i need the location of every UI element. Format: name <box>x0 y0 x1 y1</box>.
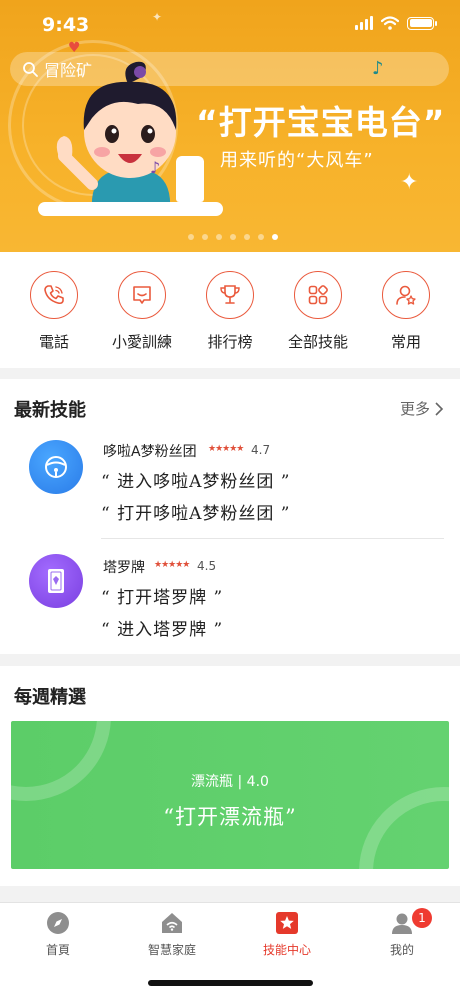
smart-speaker-illustration <box>176 156 204 202</box>
skill-name: 塔罗牌 <box>103 560 145 576</box>
profile-icon <box>390 911 414 935</box>
music-note-icon: ♪ <box>372 58 384 79</box>
banner-pagination[interactable] <box>188 234 278 240</box>
heart-icon: ♥ <box>68 40 81 56</box>
search-icon <box>23 62 38 77</box>
skill-phrase[interactable]: “ 进入哆啦A梦粉丝团 ” <box>101 467 290 492</box>
quick-action-label: 電話 <box>38 333 69 351</box>
music-note-icon: ♪ <box>150 158 161 177</box>
quick-action-label: 小愛訓練 <box>111 333 172 351</box>
section-title: 最新技能 <box>14 400 86 421</box>
home-indicator <box>148 980 313 986</box>
banner-headline: “打开宝宝电台” <box>196 103 446 142</box>
status-icons <box>355 16 437 30</box>
sparkle-icon: ✦ <box>152 10 163 24</box>
divider <box>101 538 444 539</box>
more-link[interactable]: 更多 <box>400 398 444 419</box>
tab-label: 我的 <box>389 943 414 957</box>
compass-icon <box>46 911 70 935</box>
pagination-dot[interactable] <box>230 234 236 240</box>
smart-home-icon <box>160 911 184 935</box>
tarot-card-icon <box>29 554 83 608</box>
pagination-dot[interactable] <box>188 234 194 240</box>
rating-stars: ★★★★★ <box>154 560 190 570</box>
skill-star-icon <box>275 911 299 935</box>
quick-actions: 電話 小愛訓練 排行榜 全部技能 常用 <box>0 252 460 368</box>
quick-action-training[interactable]: 小愛訓練 <box>101 252 183 368</box>
trophy-icon <box>206 271 254 319</box>
hero-banner[interactable]: 9:43 冒险矿 ✦ ✦ ♪ ♪ ♥ “打开宝宝电台” 用来听的“大风车” <box>0 0 460 252</box>
quick-action-label: 常用 <box>390 333 421 351</box>
pagination-dot[interactable] <box>216 234 222 240</box>
pagination-dot[interactable] <box>244 234 250 240</box>
tab-skill-center[interactable]: 技能中心 <box>241 911 333 958</box>
tab-label: 技能中心 <box>262 943 311 957</box>
section-title: 每週精選 <box>14 687 86 708</box>
skill-phrase[interactable]: “ 打开塔罗牌 ” <box>101 583 223 608</box>
phone-icon <box>30 271 78 319</box>
quick-action-phone[interactable]: 電話 <box>13 252 95 368</box>
tab-label: 首頁 <box>45 943 70 957</box>
pagination-dot[interactable] <box>258 234 264 240</box>
banner-shelf <box>38 202 223 216</box>
battery-icon <box>407 16 437 30</box>
user-star-icon <box>382 271 430 319</box>
rating-value: 4.5 <box>197 559 217 573</box>
chevron-right-icon <box>435 401 444 416</box>
pagination-dot[interactable] <box>202 234 208 240</box>
card-title: “打开漂流瓶” <box>163 805 297 829</box>
pagination-dot[interactable] <box>272 234 278 240</box>
skill-phrase[interactable]: “ 进入塔罗牌 ” <box>101 615 223 640</box>
skill-item[interactable]: 哆啦A梦粉丝团 ★★★★★ 4.7 “ 进入哆啦A梦粉丝团 ” “ 打开哆啦A梦… <box>0 431 460 541</box>
quick-action-all-skills[interactable]: 全部技能 <box>277 252 359 368</box>
quick-action-ranking[interactable]: 排行榜 <box>189 252 271 368</box>
skill-item[interactable]: 塔罗牌 ★★★★★ 4.5 “ 打开塔罗牌 ” “ 进入塔罗牌 ” <box>0 547 460 647</box>
tab-profile[interactable]: 1 我的 <box>356 908 448 958</box>
tab-home[interactable]: 首頁 <box>12 911 104 958</box>
more-label: 更多 <box>399 400 430 418</box>
cellular-signal-icon <box>355 16 373 30</box>
rating-stars: ★★★★★ <box>208 444 244 454</box>
notification-badge: 1 <box>412 908 432 928</box>
tab-label: 智慧家庭 <box>147 943 196 957</box>
quick-action-label: 排行榜 <box>207 333 253 351</box>
latest-skills-section: 最新技能 更多 哆啦A梦粉丝团 ★★★★★ 4.7 “ 进入哆啦A梦粉丝团 ” … <box>0 379 460 654</box>
status-time: 9:43 <box>42 14 90 36</box>
skill-name: 哆啦A梦粉丝团 <box>103 444 197 460</box>
tab-smart-home[interactable]: 智慧家庭 <box>126 911 218 958</box>
banner-subline: 用来听的“大风车” <box>220 150 374 171</box>
wifi-icon <box>381 16 399 30</box>
rating-value: 4.7 <box>251 443 271 457</box>
bell-icon <box>29 440 83 494</box>
quick-action-frequent[interactable]: 常用 <box>365 252 447 368</box>
message-icon <box>118 271 166 319</box>
quick-action-label: 全部技能 <box>287 333 348 351</box>
weekly-pick-card[interactable]: 漂流瓶 | 4.0 “打开漂流瓶” <box>11 721 449 869</box>
card-subtitle: 漂流瓶 | 4.0 <box>191 774 269 790</box>
sparkle-icon: ✦ <box>400 170 419 195</box>
grid-icon <box>294 271 342 319</box>
skill-phrase[interactable]: “ 打开哆啦A梦粉丝团 ” <box>101 499 290 524</box>
